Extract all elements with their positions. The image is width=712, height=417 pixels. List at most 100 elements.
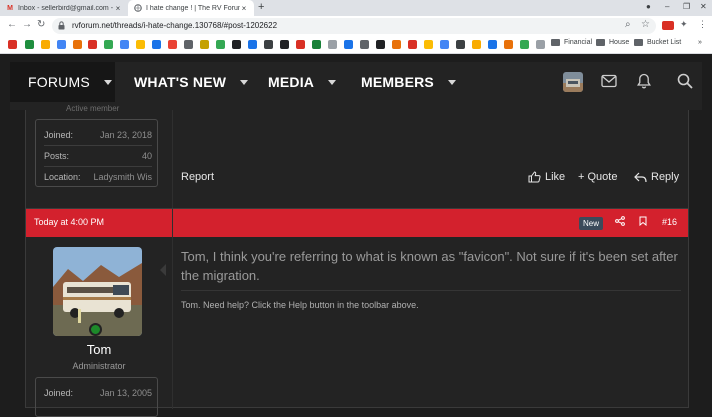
divider	[44, 145, 152, 146]
new-badge: New	[579, 217, 604, 230]
stat-posts: Posts: 40	[44, 151, 152, 161]
new-tab-icon[interactable]: +	[258, 1, 264, 13]
bookmark-icon[interactable]	[25, 40, 34, 49]
chevron-down-icon	[447, 79, 456, 85]
folder-icon	[551, 39, 560, 46]
gmail-icon: M	[7, 4, 13, 12]
bookmark-icon[interactable]	[328, 40, 337, 49]
tab-gmail[interactable]: M Inbox - sellerbird@gmail.com - G ×	[0, 0, 128, 16]
bookmark-icon[interactable]	[73, 40, 82, 49]
bookmark-icon[interactable]	[88, 40, 97, 49]
user-avatar[interactable]	[563, 72, 583, 92]
user-role: Administrator	[72, 361, 126, 371]
bookmark-icon[interactable]	[296, 40, 305, 49]
close-tab-icon[interactable]: ×	[240, 4, 248, 13]
page: FORUMS WHAT'S NEW MEDIA MEMBERS Active m…	[0, 55, 712, 417]
stat-joined: Joined: Jan 13, 2005	[44, 388, 152, 398]
folder-icon	[634, 39, 643, 46]
restore-icon[interactable]: ❐	[683, 2, 690, 11]
bookmark-icon[interactable]	[184, 40, 193, 49]
lock-icon	[58, 21, 65, 30]
bookmark-icon[interactable]	[456, 40, 465, 49]
minimize-icon[interactable]: –	[665, 2, 669, 11]
bookmark-icon[interactable]	[639, 216, 647, 229]
nav-whats-new[interactable]: WHAT'S NEW	[134, 62, 249, 102]
thumbs-up-icon	[528, 171, 541, 183]
bookmark-icon[interactable]	[376, 40, 385, 49]
bookmark-folder-house[interactable]: House	[596, 39, 629, 46]
browser-toolbar: ← → ↻ rvforum.net/threads/i-hate-change.…	[0, 16, 712, 36]
bookmark-folder-financial[interactable]: Financial	[551, 39, 592, 46]
rv-forum-icon	[134, 4, 142, 12]
inbox-icon[interactable]	[601, 74, 617, 93]
bookmark-icon[interactable]	[280, 40, 289, 49]
close-window-icon[interactable]: ✕	[700, 2, 707, 11]
back-icon[interactable]: ←	[7, 19, 17, 30]
tab-title: I hate change ! | The RV Forum C	[146, 4, 240, 12]
bookmark-icon[interactable]	[536, 40, 545, 49]
bookmark-icon[interactable]	[104, 40, 113, 49]
nav-forums[interactable]: FORUMS	[10, 62, 115, 102]
chevron-down-icon	[103, 79, 112, 85]
bookmark-icon[interactable]	[392, 40, 401, 49]
close-tab-icon[interactable]: ×	[114, 4, 122, 13]
bookmark-icon[interactable]	[200, 40, 209, 49]
share-icon[interactable]	[615, 216, 625, 229]
bookmark-icon[interactable]	[120, 40, 129, 49]
reload-icon[interactable]: ↻	[37, 19, 45, 30]
bookmarks-overflow[interactable]: »	[698, 39, 702, 46]
bookmark-icon[interactable]	[488, 40, 497, 49]
post-number[interactable]: #16	[662, 217, 677, 227]
nav-members[interactable]: MEMBERS	[361, 62, 456, 102]
bookmark-icon[interactable]	[408, 40, 417, 49]
bookmark-icon[interactable]	[360, 40, 369, 49]
chevron-down-icon	[240, 79, 249, 85]
nav-media[interactable]: MEDIA	[268, 62, 337, 102]
profile-icon[interactable]: ●	[646, 2, 651, 11]
browser-tabstrip: M Inbox - sellerbird@gmail.com - G × I h…	[0, 0, 712, 16]
bookmark-icon[interactable]	[312, 40, 321, 49]
bookmarks-bar: Financial House Bucket List »	[0, 36, 712, 54]
extensions-icon[interactable]: ✦	[680, 19, 688, 30]
reply-button[interactable]: Reply	[634, 171, 679, 183]
bookmark-icon[interactable]	[57, 40, 66, 49]
search-icon[interactable]	[677, 73, 693, 94]
bookmark-icon[interactable]	[8, 40, 17, 49]
tab-title: Inbox - sellerbird@gmail.com - G	[18, 4, 114, 12]
message-body: Tom, I think you're referring to what is…	[181, 249, 678, 283]
address-bar[interactable]: rvforum.net/threads/i-hate-change.130768…	[52, 18, 656, 34]
bookmark-icon[interactable]	[216, 40, 225, 49]
bookmark-icon[interactable]	[504, 40, 513, 49]
bookmark-icon[interactable]	[472, 40, 481, 49]
bookmark-star-icon[interactable]: ☆	[641, 19, 650, 30]
user-stats: Joined: Jan 23, 2018 Posts: 40 Location: La…	[35, 119, 158, 187]
like-button[interactable]: Like	[528, 171, 565, 183]
menu-icon[interactable]: ⋮	[698, 19, 707, 30]
bookmark-icon[interactable]	[264, 40, 273, 49]
username[interactable]: Tom	[26, 342, 172, 357]
bookmark-icon[interactable]	[248, 40, 257, 49]
bookmark-icon[interactable]	[136, 40, 145, 49]
tab-rv-forum[interactable]: I hate change ! | The RV Forum C ×	[128, 0, 254, 16]
forum-nav: FORUMS WHAT'S NEW MEDIA MEMBERS	[10, 62, 702, 110]
quote-button[interactable]: + Quote	[578, 171, 617, 183]
bookmark-icon[interactable]	[520, 40, 529, 49]
bookmark-folder-bucket-list[interactable]: Bucket List	[634, 39, 681, 46]
stat-joined: Joined: Jan 23, 2018	[44, 130, 152, 140]
report-link[interactable]: Report	[181, 171, 214, 183]
post-divider	[172, 209, 173, 409]
bookmark-icon[interactable]	[424, 40, 433, 49]
extension-badge-icon[interactable]	[662, 21, 674, 30]
stat-location: Location: Ladysmith Wis	[44, 172, 152, 182]
forward-icon[interactable]: →	[22, 19, 32, 30]
bookmark-icon[interactable]	[41, 40, 50, 49]
bookmark-icon[interactable]	[232, 40, 241, 49]
bookmark-icon[interactable]	[440, 40, 449, 49]
alerts-icon[interactable]	[637, 73, 651, 94]
bookmark-icon[interactable]	[168, 40, 177, 49]
zoom-icon[interactable]: ⌕	[625, 19, 631, 30]
post-date[interactable]: Today at 4:00 PM	[34, 217, 104, 227]
user-role: Active member	[66, 104, 120, 113]
bookmark-icon[interactable]	[344, 40, 353, 49]
bookmark-icon[interactable]	[152, 40, 161, 49]
